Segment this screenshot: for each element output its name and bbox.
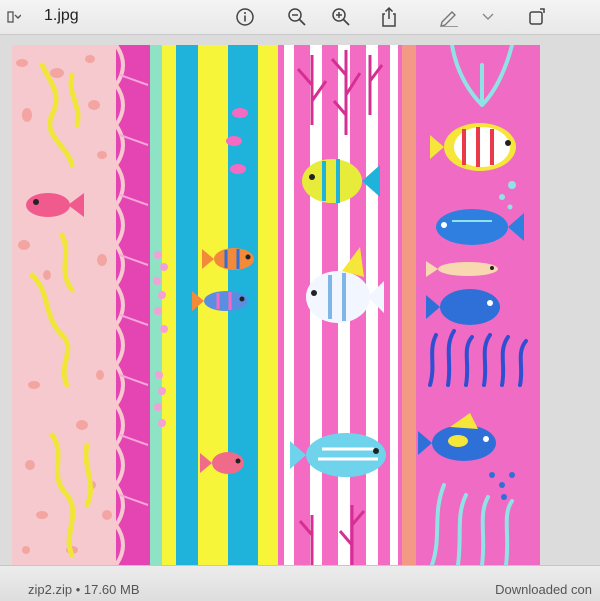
info-icon[interactable] xyxy=(232,4,258,30)
download-status: Downloaded con xyxy=(495,582,592,597)
sand-panel xyxy=(12,45,116,565)
zoom-in-icon[interactable] xyxy=(328,4,354,30)
share-icon[interactable] xyxy=(376,4,402,30)
image-viewport xyxy=(0,35,600,565)
markup-chevron-icon[interactable] xyxy=(478,4,498,30)
file-name: 1.jpg xyxy=(44,7,79,24)
fish-stripes-image[interactable] xyxy=(12,45,540,565)
status-bar: zip2.zip • 17.60 MB Downloaded con xyxy=(0,565,600,601)
markup-pen-icon[interactable] xyxy=(436,4,462,30)
pattern-artwork xyxy=(12,45,540,565)
archive-info: zip2.zip • 17.60 MB xyxy=(28,582,140,597)
viewer-toolbar: 1.jpg xyxy=(0,0,600,35)
sidebar-chevron-icon[interactable] xyxy=(4,4,24,30)
zoom-out-icon[interactable] xyxy=(284,4,310,30)
rotate-crop-icon[interactable] xyxy=(524,4,550,30)
